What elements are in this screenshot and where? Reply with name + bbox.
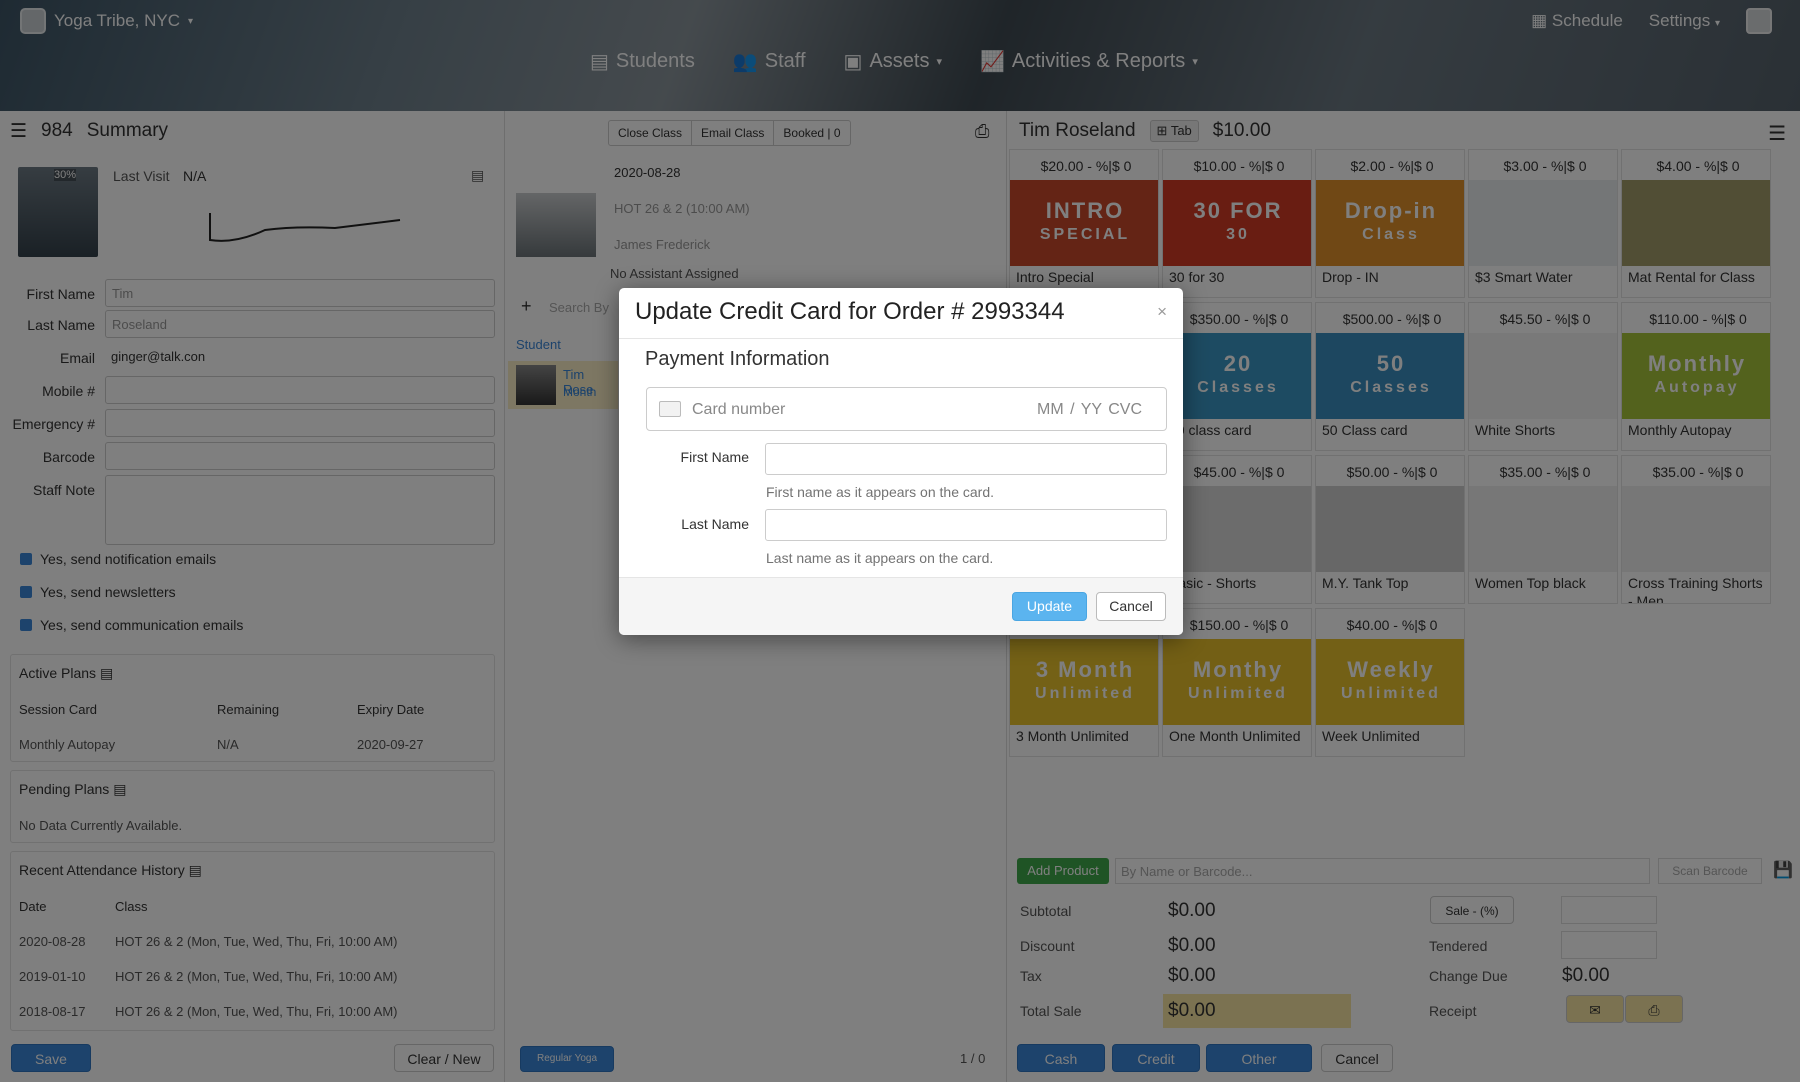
last-name-label: Last Name (681, 516, 749, 532)
card-number-placeholder: Card number (692, 401, 786, 418)
first-name-label: First Name (680, 449, 749, 465)
update-button[interactable]: Update (1012, 592, 1087, 621)
card-number-input[interactable]: Card number MM / YY CVC (646, 387, 1167, 431)
card-first-name-input[interactable] (765, 443, 1167, 475)
dialog-divider (619, 577, 1183, 578)
credit-card-icon (659, 401, 681, 417)
card-expiry-cvc-placeholder: MM / YY CVC (1037, 401, 1142, 418)
cancel-button[interactable]: Cancel (1096, 592, 1166, 621)
card-last-name-input[interactable] (765, 509, 1167, 541)
dialog-divider (619, 338, 1183, 339)
first-name-help: First name as it appears on the card. (766, 484, 994, 500)
last-name-help: Last name as it appears on the card. (766, 550, 994, 566)
update-credit-card-dialog: Update Credit Card for Order # 2993344 ×… (619, 288, 1183, 635)
close-icon[interactable]: × (1157, 302, 1167, 322)
dialog-title: Update Credit Card for Order # 2993344 (635, 298, 1065, 325)
payment-info-heading: Payment Information (645, 348, 830, 370)
